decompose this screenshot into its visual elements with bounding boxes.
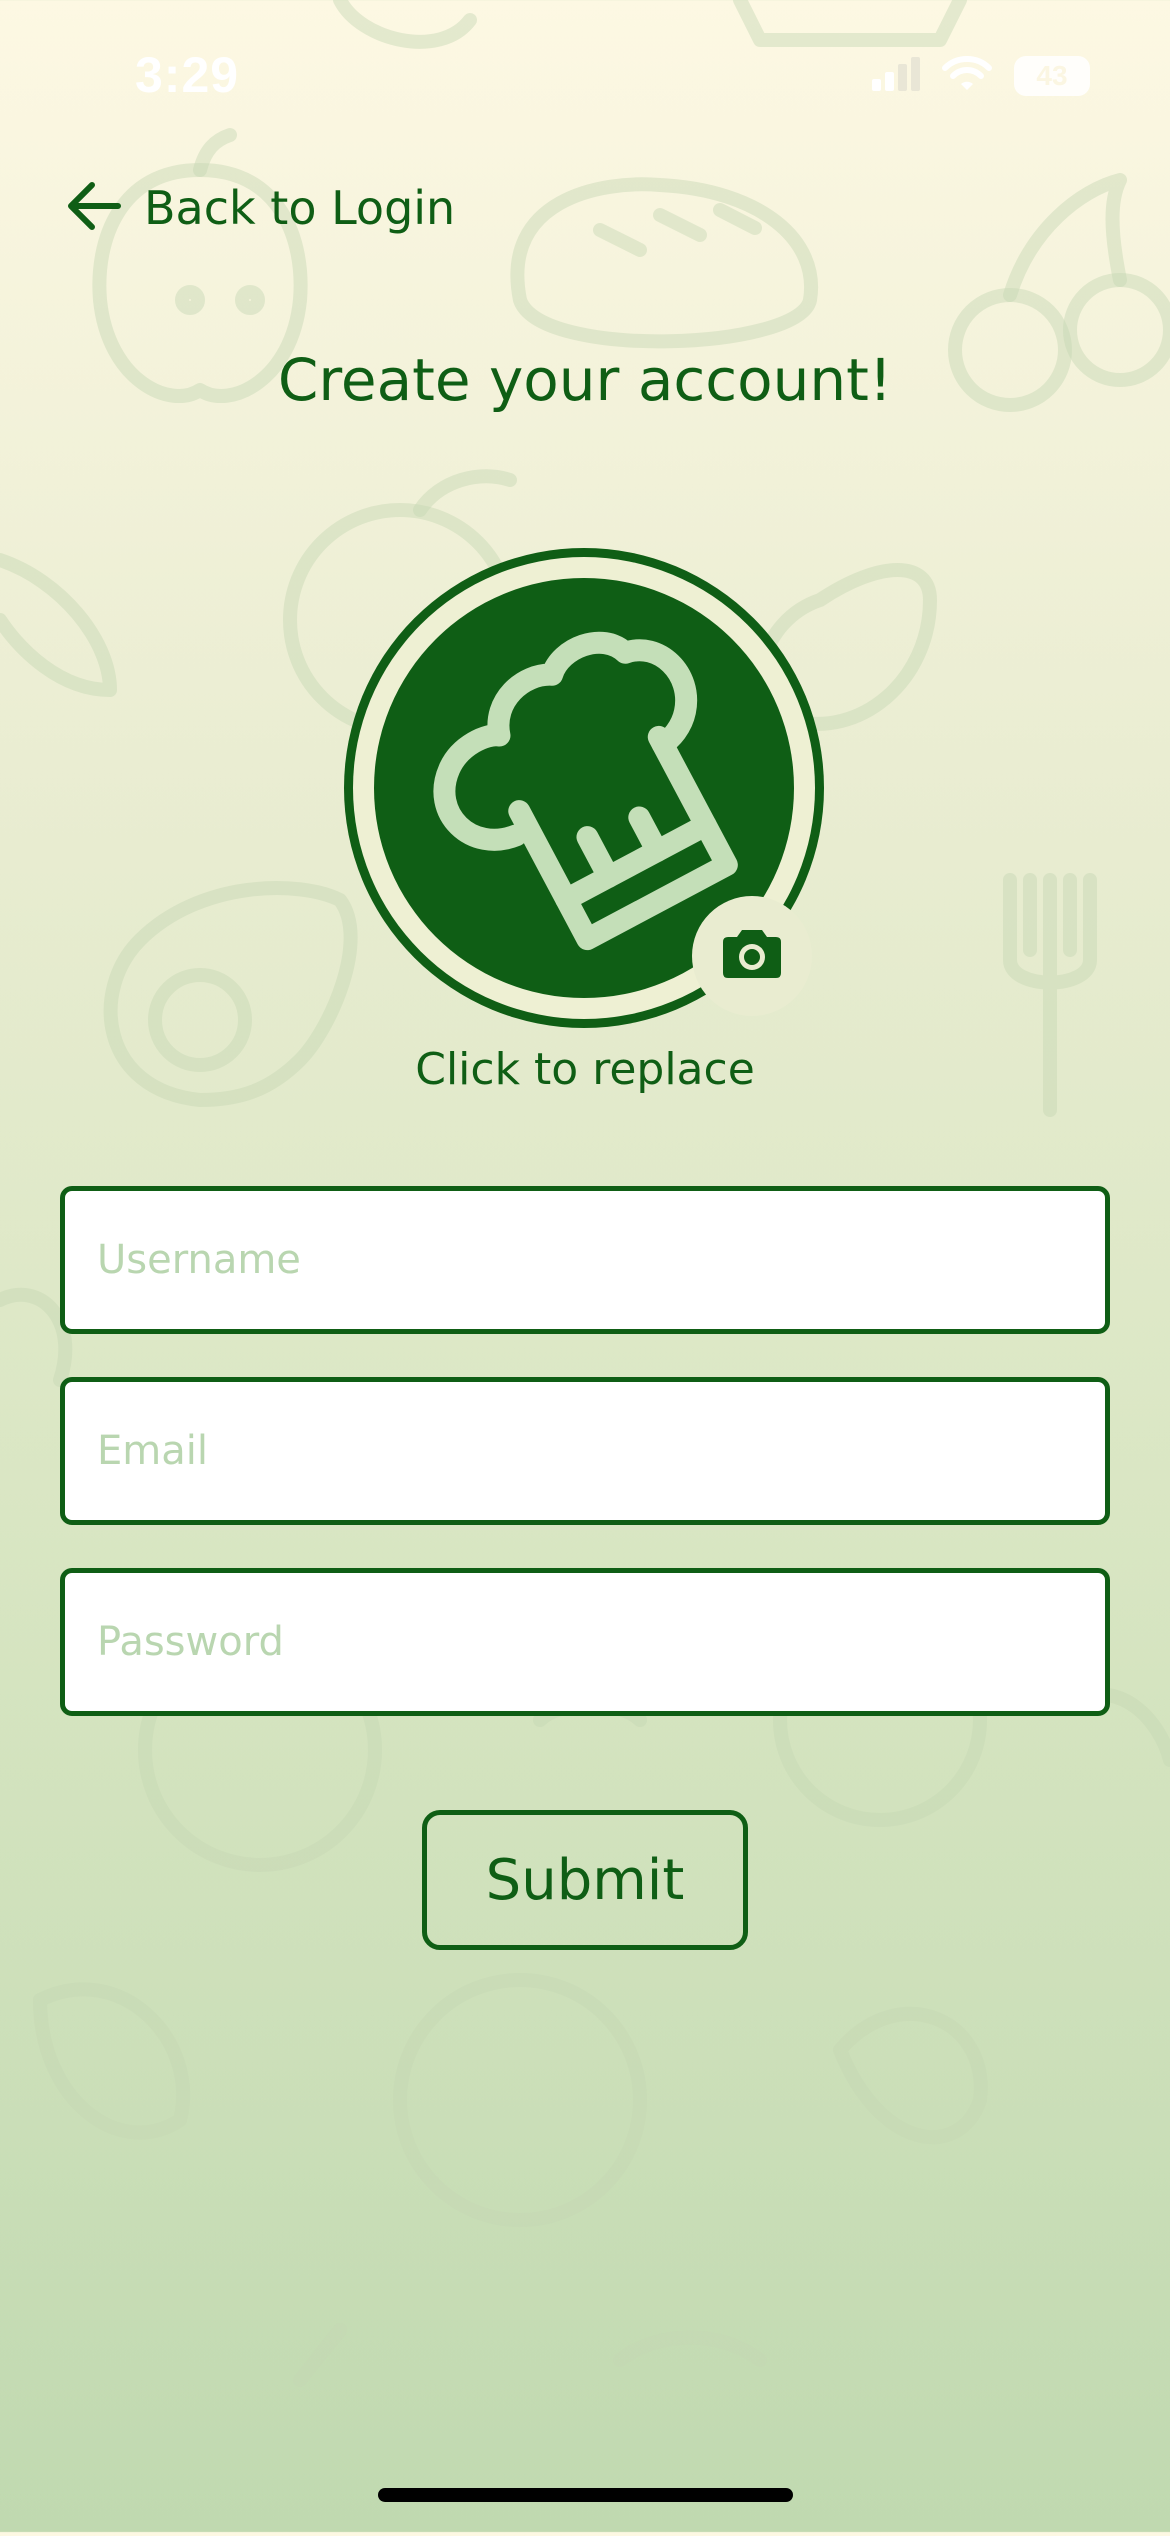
- username-field[interactable]: [60, 1186, 1110, 1334]
- arrow-left-icon: [66, 180, 122, 236]
- camera-icon: [719, 928, 785, 984]
- username-input[interactable]: [65, 1191, 1105, 1329]
- page-title: Create your account!: [277, 346, 893, 414]
- submit-button[interactable]: Submit: [422, 1810, 748, 1950]
- back-to-login-link[interactable]: Back to Login: [66, 180, 455, 236]
- status-time: 3:29: [135, 47, 240, 103]
- cellular-signal-icon: [872, 57, 920, 95]
- password-input[interactable]: [65, 1573, 1105, 1711]
- status-icons: 43: [872, 56, 1090, 96]
- back-to-login-label: Back to Login: [144, 181, 456, 235]
- email-input[interactable]: [65, 1382, 1105, 1520]
- battery-level: 43: [1036, 60, 1068, 91]
- replace-photo-label[interactable]: Click to replace: [0, 1044, 1170, 1095]
- battery-icon: 43: [1014, 56, 1090, 96]
- profile-avatar[interactable]: [344, 548, 824, 1028]
- email-field[interactable]: [60, 1377, 1110, 1525]
- change-photo-button[interactable]: [692, 896, 812, 1016]
- password-field[interactable]: [60, 1568, 1110, 1716]
- wifi-icon: [942, 56, 992, 96]
- status-bar: 3:29 43: [0, 0, 1170, 150]
- home-indicator: [378, 2488, 793, 2502]
